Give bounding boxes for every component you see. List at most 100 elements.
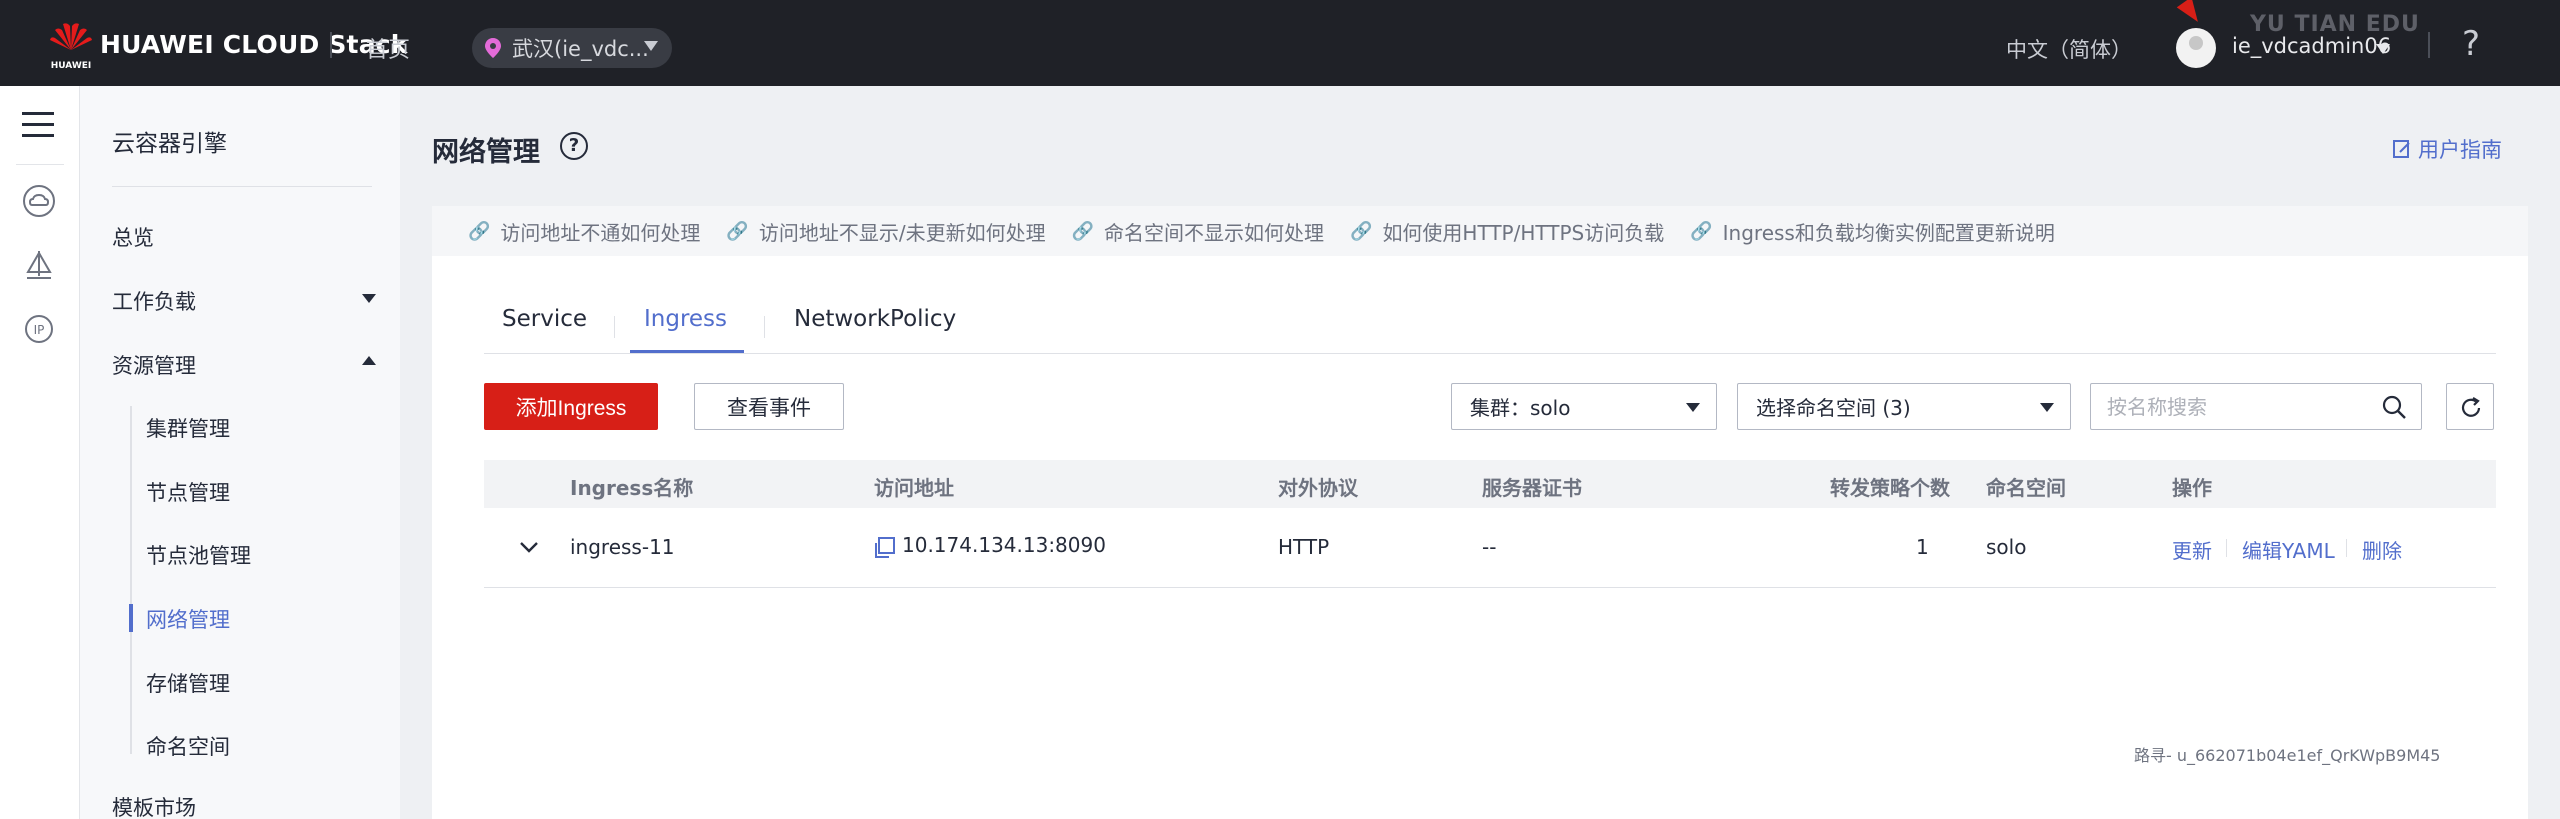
- tab-ingress[interactable]: Ingress: [644, 306, 727, 332]
- user-guide-link[interactable]: 用户指南: [2392, 134, 2502, 164]
- cloud-icon[interactable]: [22, 184, 56, 218]
- sail-icon[interactable]: [22, 248, 56, 282]
- sidebar-item-network[interactable]: 网络管理: [146, 604, 230, 634]
- link-icon: 🔗: [468, 220, 491, 242]
- brand-name[interactable]: HUAWEI CLOUD Stack: [100, 30, 408, 59]
- tab-bar: Service Ingress NetworkPolicy: [484, 306, 2496, 354]
- page-title: 网络管理: [432, 137, 540, 168]
- divider: [16, 164, 64, 165]
- chevron-down-icon: [644, 41, 658, 51]
- faq-link[interactable]: 🔗 访问地址不显示/未更新如何处理: [726, 217, 1045, 246]
- chevron-up-icon[interactable]: [362, 356, 376, 365]
- link-icon: 🔗: [1350, 220, 1373, 242]
- sidebar-item-cluster[interactable]: 集群管理: [146, 413, 230, 443]
- faq-link[interactable]: 🔗 Ingress和负载均衡实例配置更新说明: [1690, 217, 2055, 246]
- column-header[interactable]: Ingress名称: [570, 472, 693, 501]
- tab-networkpolicy[interactable]: NetworkPolicy: [794, 306, 956, 332]
- search-icon[interactable]: [2381, 394, 2407, 420]
- sidebar-item-workload[interactable]: 工作负载: [112, 286, 196, 316]
- column-header: 转发策略个数: [1830, 476, 1950, 500]
- faq-link[interactable]: 🔗 如何使用HTTP/HTTPS访问负载: [1350, 217, 1664, 246]
- question-icon[interactable]: ?: [560, 132, 588, 160]
- access-address: 10.174.134.13:8090: [902, 533, 1106, 557]
- cluster-select-value: 集群：solo: [1470, 396, 1571, 420]
- region-label: 武汉(ie_vdc...: [512, 37, 649, 61]
- server-certificate: --: [1482, 535, 1497, 559]
- table-row: ingress-11 10.174.134.13:8090 HTTP -- 1 …: [484, 508, 2496, 588]
- submenu-guide-line: [130, 406, 132, 754]
- region-selector[interactable]: 武汉(ie_vdc...: [472, 28, 672, 68]
- sidebar-item-node[interactable]: 节点管理: [146, 477, 230, 507]
- divider: [2226, 539, 2227, 557]
- faq-label: 命名空间不显示如何处理: [1104, 220, 1325, 245]
- ip-icon[interactable]: IP: [22, 312, 56, 346]
- namespace-select-value: 选择命名空间 (3): [1756, 396, 1911, 420]
- refresh-button[interactable]: [2446, 383, 2494, 430]
- column-header: 访问地址: [874, 476, 954, 500]
- link-icon: 🔗: [726, 220, 749, 242]
- link-icon: 🔗: [1071, 220, 1095, 242]
- home-link[interactable]: 首页: [366, 32, 410, 64]
- avatar[interactable]: [2176, 28, 2216, 68]
- active-indicator: [129, 604, 133, 632]
- edit-yaml-link[interactable]: 编辑YAML: [2242, 535, 2335, 564]
- view-events-button[interactable]: 查看事件: [694, 383, 844, 430]
- huawei-logo[interactable]: HUAWEI: [46, 20, 96, 72]
- protocol: HTTP: [1278, 535, 1330, 559]
- table-header: Ingress名称 访问地址 对外协议 服务器证书 转发策略个数 命名空间 操作: [484, 460, 2496, 508]
- column-header: 操作: [2172, 476, 2212, 500]
- search-box[interactable]: [2090, 383, 2422, 430]
- chevron-down-icon[interactable]: [2376, 44, 2390, 54]
- user-guide-label: 用户指南: [2418, 138, 2502, 162]
- divider: [2346, 539, 2347, 557]
- sidebar-item-nodepool[interactable]: 节点池管理: [146, 540, 251, 570]
- pointer-arrow-icon: [2176, 0, 2206, 27]
- divider: [764, 316, 765, 338]
- divider: [2428, 32, 2430, 58]
- sidebar-item-namespace[interactable]: 命名空间: [146, 731, 230, 761]
- add-ingress-button[interactable]: 添加Ingress: [484, 383, 658, 430]
- chevron-down-icon[interactable]: [518, 536, 540, 558]
- copy-icon[interactable]: [872, 536, 896, 560]
- chevron-down-icon[interactable]: [362, 294, 376, 303]
- menu-icon[interactable]: [22, 112, 54, 137]
- forward-rule-count: 1: [1916, 535, 1929, 559]
- svg-text:IP: IP: [34, 323, 45, 337]
- faq-link[interactable]: 🔗 命名空间不显示如何处理: [1072, 217, 1324, 246]
- faq-label: 访问地址不通如何处理: [500, 220, 701, 245]
- update-link[interactable]: 更新: [2172, 535, 2212, 564]
- network-card: 🔗 访问地址不通如何处理 🔗 访问地址不显示/未更新如何处理 🔗 命名空间不显示如何处…: [432, 206, 2528, 819]
- ingress-name: ingress-11: [570, 535, 675, 559]
- sidebar-item-storage[interactable]: 存储管理: [146, 668, 230, 698]
- language-selector[interactable]: 中文（简体）: [2006, 34, 2132, 64]
- edit-doc-icon: [2393, 140, 2410, 158]
- main-content: 网络管理 ? 用户指南 🔗 访问地址不通如何处理 🔗 访问地址不显示/未更新如何处理…: [400, 86, 2560, 819]
- username-menu[interactable]: ie_vdcadmin06: [2232, 34, 2391, 58]
- refresh-icon: [2461, 397, 2481, 417]
- column-header: 服务器证书: [1482, 476, 1582, 500]
- sidebar-title: 云容器引擎: [112, 131, 227, 157]
- tab-service[interactable]: Service: [502, 306, 587, 332]
- active-tab-underline: [630, 350, 744, 353]
- chevron-down-icon: [1686, 403, 1700, 412]
- faq-label: Ingress和负载均衡实例配置更新说明: [1722, 220, 2055, 245]
- cluster-select[interactable]: 集群：solo: [1451, 383, 1717, 430]
- namespace: solo: [1986, 535, 2027, 559]
- chevron-down-icon: [2040, 403, 2054, 412]
- namespace-select[interactable]: 选择命名空间 (3): [1737, 383, 2071, 430]
- sidebar-item-resource[interactable]: 资源管理: [112, 350, 196, 380]
- delete-link[interactable]: 删除: [2362, 535, 2402, 564]
- column-header: 命名空间: [1986, 476, 2066, 500]
- divider: [112, 186, 372, 187]
- sidebar: 云容器引擎 总览 工作负载 资源管理 集群管理 节点管理 节点池管理 网络管理 …: [80, 86, 400, 819]
- service-icon-rail: IP: [0, 86, 80, 819]
- top-navigation-bar: HUAWEI HUAWEI CLOUD Stack 首页 武汉(ie_vdc..…: [0, 0, 2560, 86]
- faq-bar: 🔗 访问地址不通如何处理 🔗 访问地址不显示/未更新如何处理 🔗 命名空间不显示如何处…: [432, 206, 2528, 256]
- divider: [614, 316, 615, 338]
- logo-text: HUAWEI: [51, 61, 92, 71]
- help-icon[interactable]: ?: [2462, 24, 2480, 64]
- sidebar-item-overview[interactable]: 总览: [112, 222, 154, 252]
- search-input[interactable]: [2107, 394, 2367, 420]
- sidebar-item-template-market[interactable]: 模板市场: [112, 792, 196, 819]
- faq-link[interactable]: 🔗 访问地址不通如何处理: [468, 217, 700, 246]
